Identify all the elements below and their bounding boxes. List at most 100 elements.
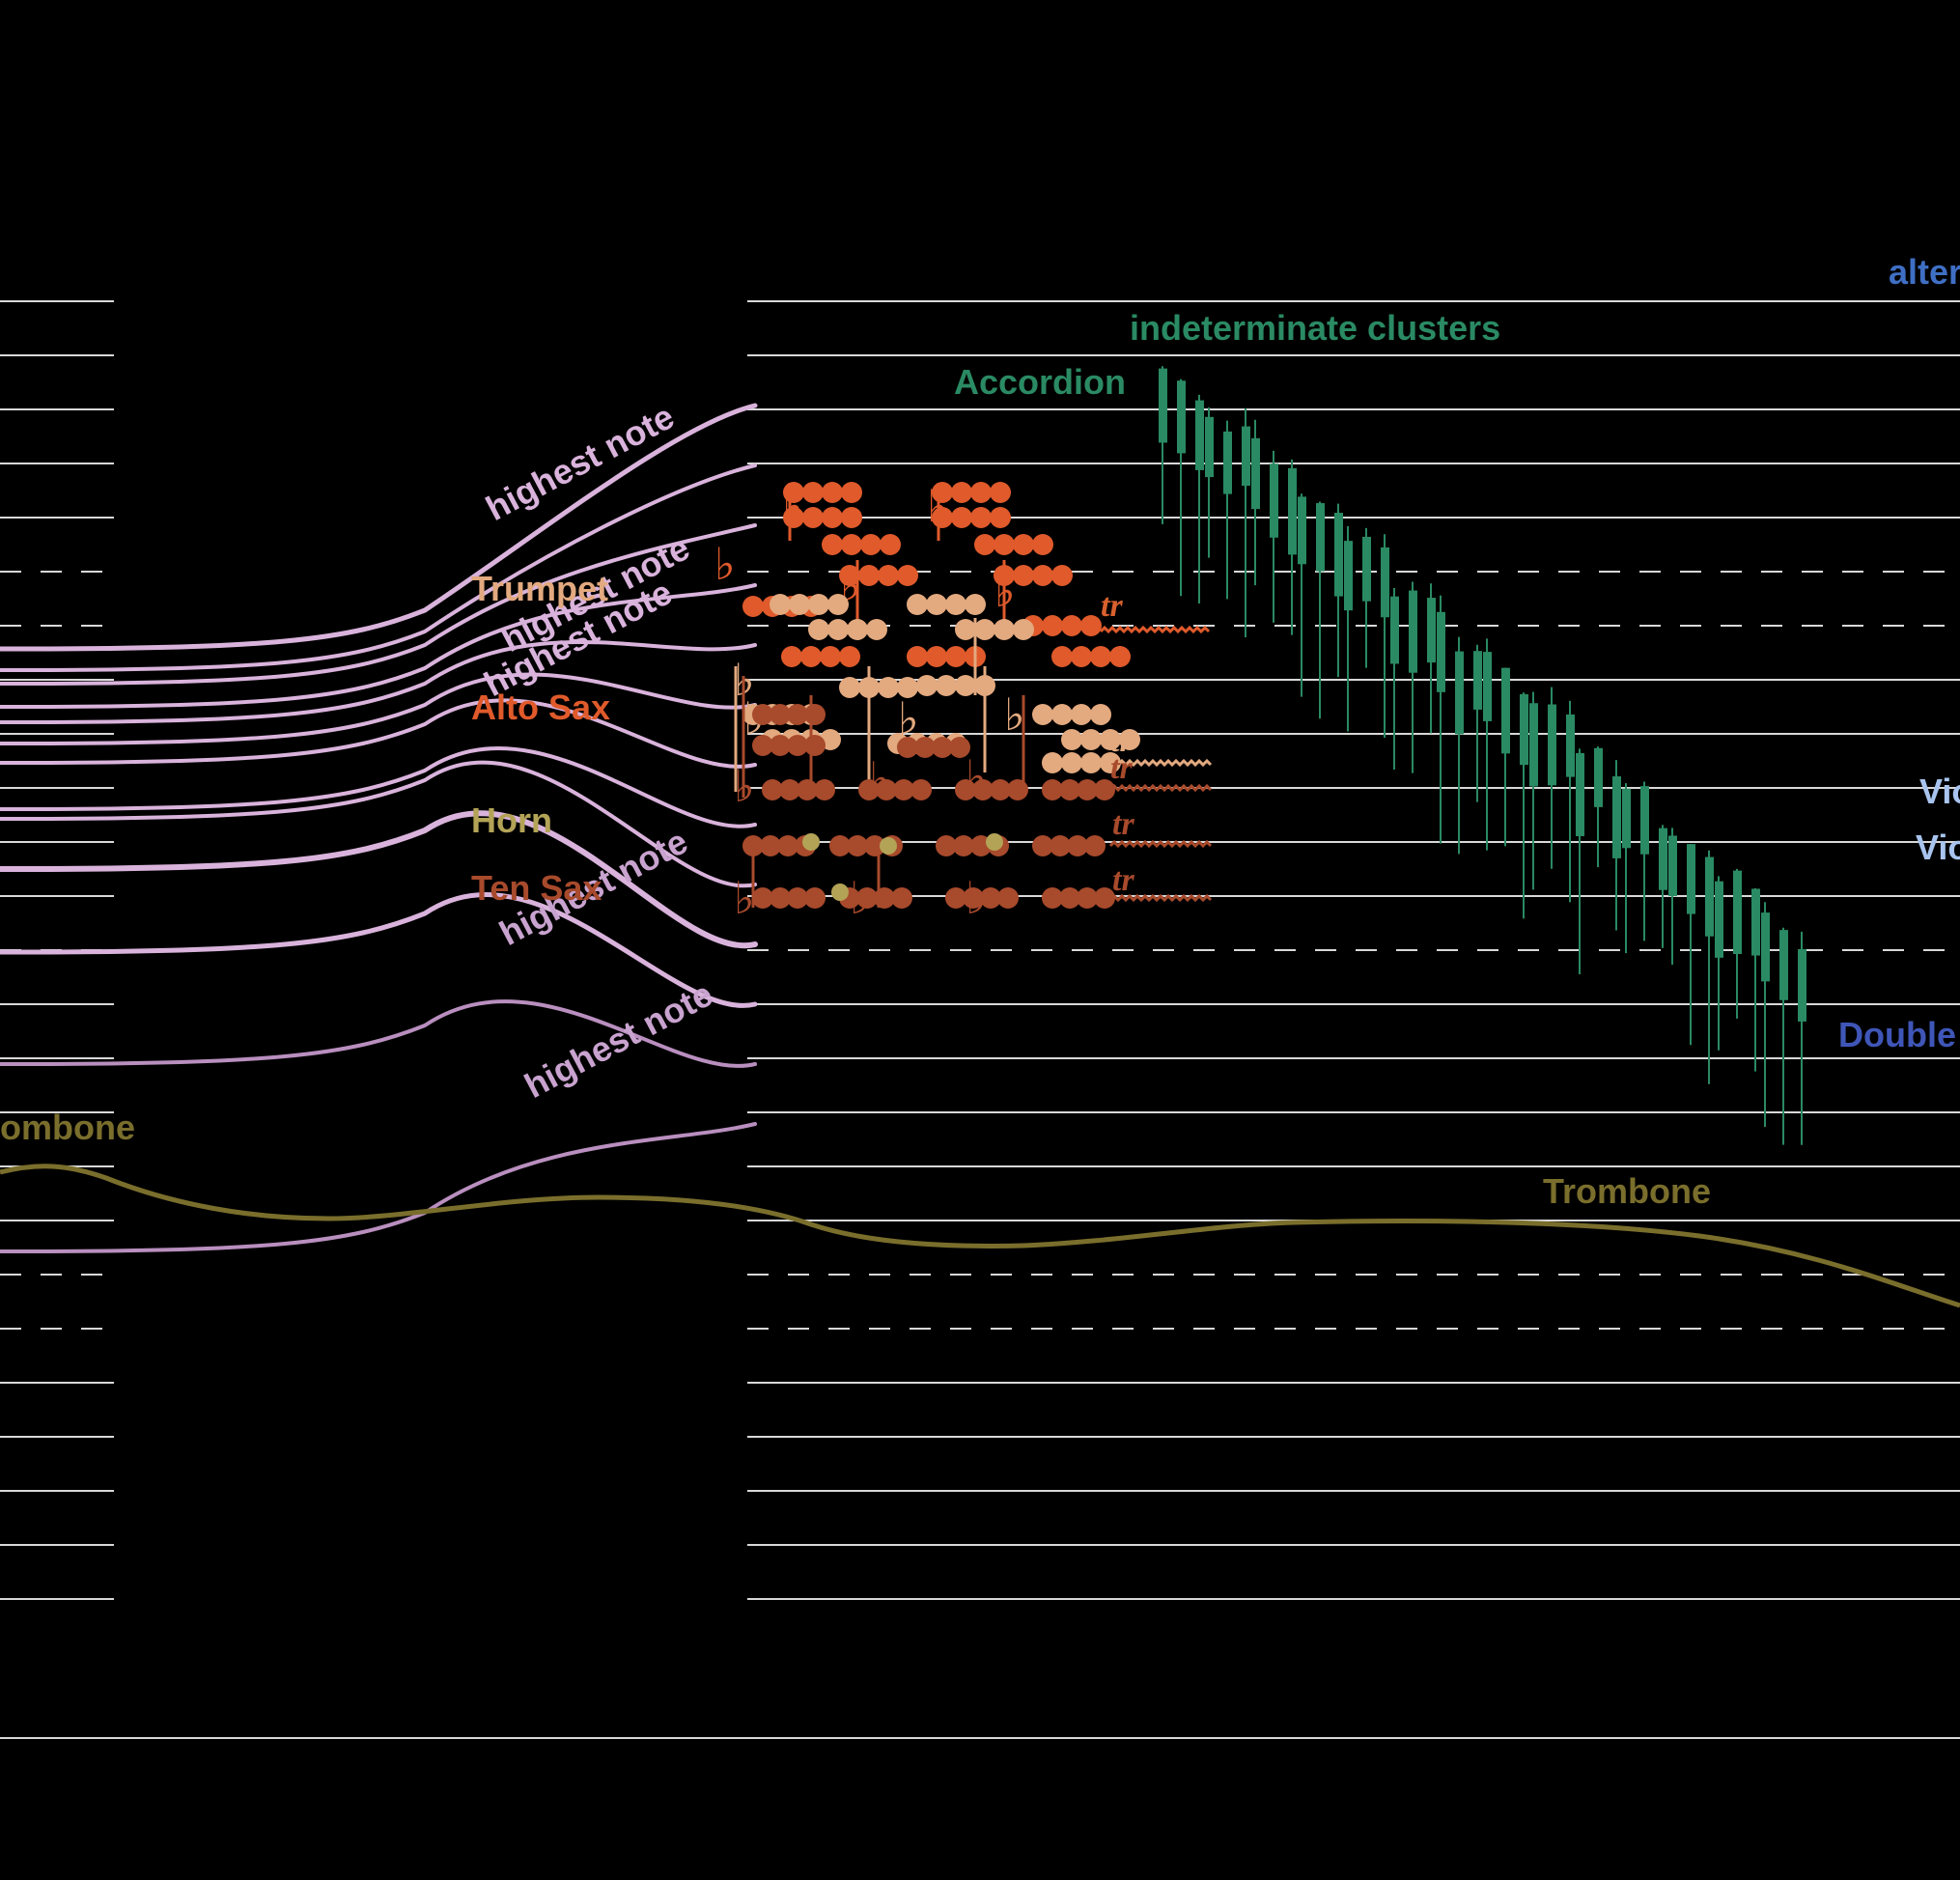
notehead: [804, 735, 826, 756]
cluster-bar: [1427, 598, 1436, 663]
notehead: [990, 482, 1011, 503]
trombone-label: Trombone: [1543, 1171, 1711, 1211]
notehead: [802, 833, 820, 851]
notehead: [907, 594, 928, 615]
cluster-bar: [1409, 590, 1417, 673]
notehead: [955, 619, 976, 640]
notehead: [858, 565, 880, 586]
notehead: [841, 507, 862, 528]
notehead: [1071, 646, 1092, 667]
flat-accidental-icon: ♭: [1004, 688, 1025, 741]
notehead: [970, 482, 992, 503]
notehead: [1007, 779, 1028, 800]
notehead: [891, 887, 912, 909]
notehead: [1032, 565, 1053, 586]
notehead: [847, 619, 868, 640]
notehead: [997, 887, 1019, 909]
notehead: [1061, 729, 1082, 750]
flat-accidental-icon: ♭: [869, 752, 890, 804]
notehead: [1061, 752, 1082, 773]
notehead: [822, 534, 843, 555]
cluster-bar: [1177, 380, 1186, 454]
notehead: [955, 675, 976, 696]
cluster-bar: [1270, 463, 1278, 538]
notehead: [926, 594, 947, 615]
notehead: [990, 507, 1011, 528]
notehead: [1051, 565, 1073, 586]
cluster-bar: [1594, 747, 1603, 807]
notehead: [970, 507, 992, 528]
notehead: [951, 482, 972, 503]
notehead: [800, 646, 822, 667]
cluster-bar: [1381, 547, 1389, 618]
notehead: [907, 646, 928, 667]
notehead: [945, 646, 966, 667]
notehead: [742, 596, 764, 617]
cluster-bar: [1640, 786, 1649, 855]
notehead: [916, 675, 938, 696]
notehead: [1061, 615, 1082, 636]
notehead: [1090, 704, 1111, 725]
cluster-bar: [1687, 844, 1695, 914]
notehead: [1109, 646, 1131, 667]
horn-label: Horn: [471, 800, 552, 840]
notehead: [945, 594, 966, 615]
cluster-bar: [1705, 856, 1714, 937]
notehead: [1080, 752, 1102, 773]
trill-mark: tr: [1112, 862, 1134, 898]
notehead: [1013, 619, 1034, 640]
cluster-bar: [1566, 714, 1575, 777]
trumpet-label: Trumpet: [471, 569, 608, 608]
notehead: [974, 534, 995, 555]
flat-accidental-icon: ♭: [850, 872, 871, 924]
notehead: [1032, 704, 1053, 725]
notehead: [878, 565, 899, 586]
notehead: [831, 884, 849, 901]
cluster-bar: [1751, 888, 1760, 956]
cluster-bar: [1344, 541, 1353, 611]
notehead: [994, 534, 1015, 555]
trill-mark: tr: [1101, 588, 1123, 624]
cluster-bar: [1668, 835, 1677, 897]
notehead: [1080, 729, 1102, 750]
notehead: [926, 646, 947, 667]
notehead: [936, 675, 957, 696]
notehead: [910, 779, 932, 800]
cluster-bar: [1437, 611, 1445, 692]
notehead: [1013, 534, 1034, 555]
notehead: [802, 507, 824, 528]
flat-accidental-icon: ♭: [734, 872, 755, 924]
notehead: [878, 677, 899, 698]
notehead: [951, 507, 972, 528]
notehead: [1013, 565, 1034, 586]
notehead: [897, 565, 918, 586]
notehead: [808, 594, 829, 615]
cluster-bar: [1223, 431, 1232, 494]
cluster-bar: [1205, 416, 1214, 478]
notehead: [822, 482, 843, 503]
notehead: [1084, 835, 1106, 856]
trill-mark: tr: [1112, 806, 1134, 842]
cluster-bar: [1622, 788, 1631, 849]
cluster-bar: [1779, 930, 1788, 1000]
notehead: [827, 619, 849, 640]
alternate-label: alter: [1889, 252, 1960, 292]
cluster-bar: [1659, 828, 1667, 890]
notehead: [841, 482, 862, 503]
cluster-bar: [1612, 775, 1621, 858]
flat-accidental-icon: ♭: [782, 480, 803, 532]
notehead: [1080, 615, 1102, 636]
notehead: [770, 594, 791, 615]
cluster-bar: [1316, 503, 1325, 572]
alto-sax-label: Alto Sax: [471, 687, 610, 727]
notehead: [860, 534, 882, 555]
notehead: [789, 594, 810, 615]
cluster-bar: [1473, 651, 1482, 710]
notehead: [802, 482, 824, 503]
notehead: [804, 887, 826, 909]
notehead: [804, 704, 826, 725]
cluster-bar: [1501, 667, 1510, 754]
notehead: [781, 646, 802, 667]
cluster-bar: [1715, 881, 1723, 958]
violin-label: Vio: [1919, 772, 1960, 811]
